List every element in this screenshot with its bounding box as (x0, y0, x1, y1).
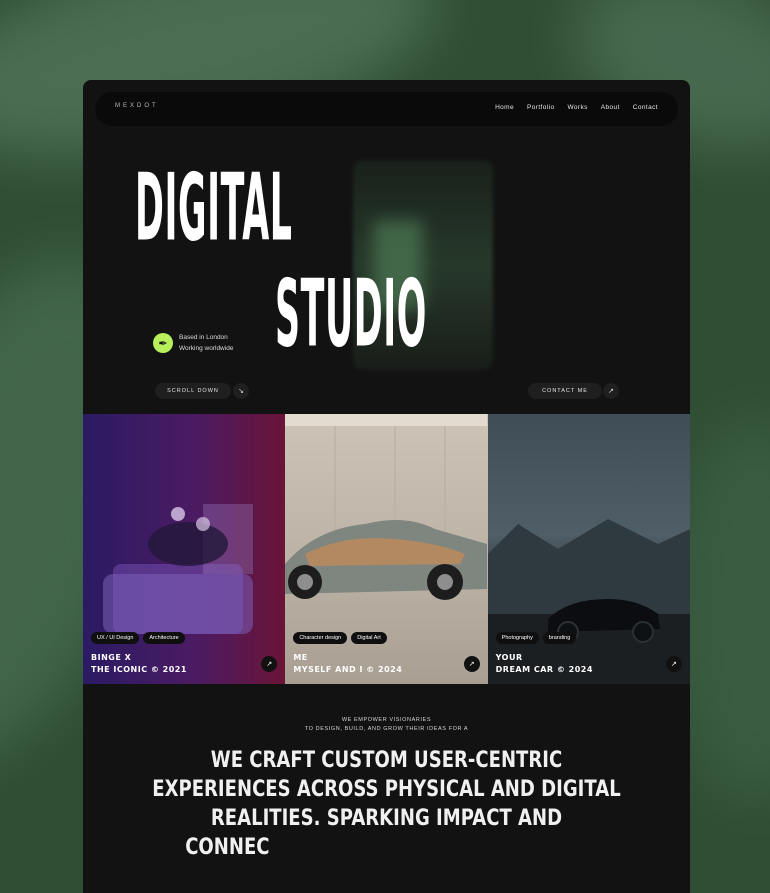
nav-link-about[interactable]: About (601, 104, 620, 111)
card-title: BINGE X THE ICONIC © 2021 (91, 653, 187, 674)
card-tags: Photography branding (495, 632, 577, 644)
hero-title-line1: DIGITAL (135, 154, 293, 263)
contact-me-button[interactable]: CONTACT ME (528, 383, 602, 399)
pen-icon: ✒ (153, 333, 173, 353)
arrow-up-right-icon[interactable]: ↗ (603, 383, 619, 399)
tag[interactable]: Architecture (143, 632, 185, 644)
arrow-down-right-icon[interactable]: ↘ (233, 383, 249, 399)
hero-title-line2: STUDIO (275, 260, 427, 369)
scroll-down-button[interactable]: SCROLL DOWN (155, 383, 231, 399)
location-info: ✒ Based in London Working worldwide (153, 332, 233, 354)
portfolio-card-car[interactable]: Photography branding YOUR DREAM CAR © 20… (487, 414, 690, 684)
card-tags: Character design Digital Art (293, 632, 387, 644)
nav-link-home[interactable]: Home (495, 104, 514, 111)
based-line2: Working worldwide (179, 345, 234, 352)
site-frame: MEXDOT Home Portfolio Works About Contac… (83, 80, 690, 893)
tag[interactable]: UX / UI Design (91, 632, 140, 644)
based-line1: Based in London (179, 334, 228, 341)
mission-intro: WE EMPOWER VISIONARIES TO DESIGN, BUILD,… (304, 717, 469, 732)
card-title: YOUR DREAM CAR © 2024 (495, 653, 593, 674)
tag[interactable]: Digital Art (351, 632, 387, 644)
arrow-up-right-icon[interactable]: ↗ (665, 656, 682, 672)
tag[interactable]: Photography (495, 632, 539, 644)
portfolio-cards: UX / UI Design Architecture BINGE X THE … (83, 414, 690, 684)
portfolio-card-binge[interactable]: UX / UI Design Architecture BINGE X THE … (83, 414, 286, 684)
nav-link-portfolio[interactable]: Portfolio (527, 104, 554, 111)
portfolio-card-me[interactable]: Character design Digital Art ME MYSELF A… (285, 414, 488, 684)
card-tags: UX / UI Design Architecture (91, 632, 185, 644)
navbar: MEXDOT Home Portfolio Works About Contac… (95, 92, 678, 126)
mission-statement: WE CRAFT CUSTOM USER-CENTRIC EXPERIENCES… (152, 748, 621, 860)
card-title: ME MYSELF AND I © 2024 (293, 653, 403, 674)
arrow-up-right-icon[interactable]: ↗ (463, 656, 480, 672)
mission-section: WE EMPOWER VISIONARIES TO DESIGN, BUILD,… (83, 716, 690, 862)
logo[interactable]: MEXDOT (115, 103, 159, 109)
tag[interactable]: Character design (293, 632, 348, 644)
nav-link-works[interactable]: Works (567, 104, 587, 111)
nav-link-contact[interactable]: Contact (633, 104, 658, 111)
tag[interactable]: branding (542, 632, 577, 644)
nav-links: Home Portfolio Works About Contact (495, 104, 658, 111)
